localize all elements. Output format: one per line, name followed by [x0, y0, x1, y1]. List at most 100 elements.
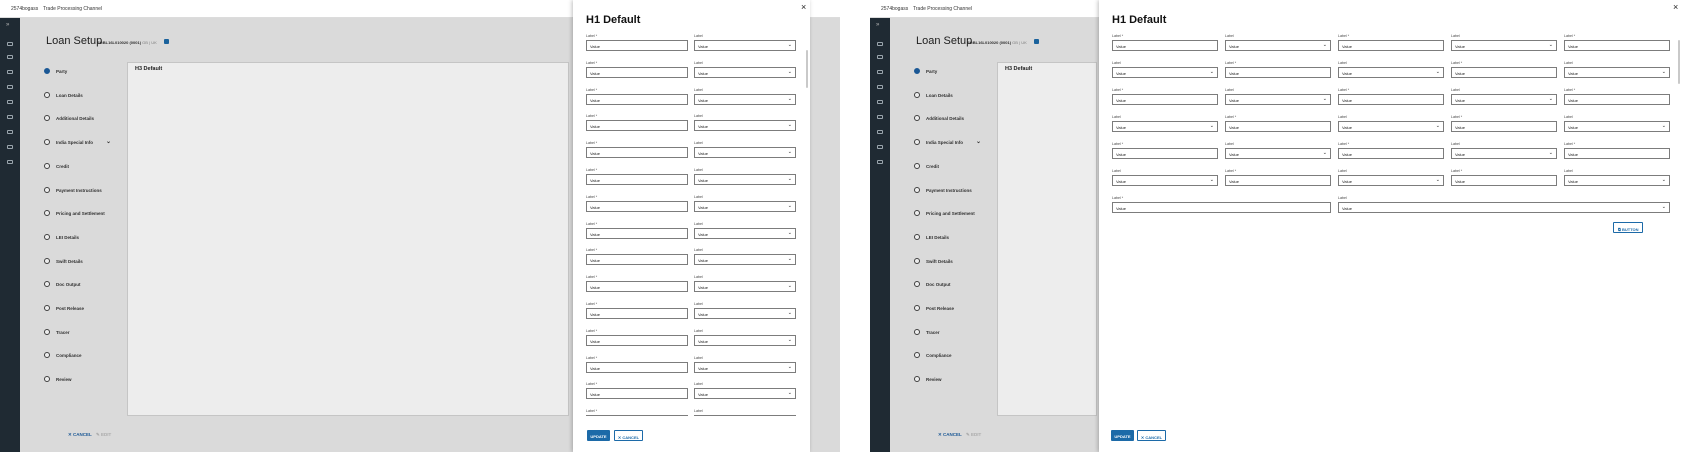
select-input[interactable]: Value⌄ — [694, 227, 796, 239]
text-input[interactable]: Value — [1112, 40, 1218, 51]
select-input[interactable]: Value⌄ — [694, 40, 796, 51]
select-input[interactable]: Value⌄ — [694, 66, 796, 78]
select-input[interactable]: Value⌄ — [1451, 148, 1557, 159]
text-input[interactable]: Value — [586, 254, 688, 266]
text-input[interactable]: Value — [1112, 148, 1218, 159]
select-input[interactable]: Value⌄ — [694, 334, 796, 346]
select-input[interactable]: Value⌄ — [1564, 175, 1670, 186]
panel-scrollbar[interactable] — [806, 50, 808, 88]
tasks-icon[interactable] — [7, 85, 13, 89]
text-input[interactable]: Value — [1451, 121, 1557, 132]
field-label: Label * — [1225, 61, 1237, 65]
text-input[interactable]: Value — [586, 147, 688, 159]
select-input[interactable]: Value⌄ — [1225, 40, 1331, 51]
text-input[interactable]: Value — [1338, 40, 1444, 51]
close-icon[interactable]: × — [1673, 2, 1678, 12]
select-input[interactable]: Value⌄ — [1225, 94, 1331, 105]
text-input[interactable]: Value — [1564, 94, 1670, 105]
field-value: Value — [698, 97, 708, 103]
panel-cancel-button[interactable]: ✕ CANCEL — [614, 430, 643, 441]
text-input[interactable]: Value — [586, 388, 688, 400]
field-value: Value — [1229, 125, 1239, 130]
select-input[interactable]: Value⌄ — [1338, 202, 1670, 213]
text-input[interactable]: Value — [1225, 121, 1331, 132]
select-input[interactable]: Value⌄ — [694, 200, 796, 212]
settings-icon[interactable] — [7, 160, 13, 164]
text-input[interactable]: Value — [586, 66, 688, 78]
search-icon[interactable] — [877, 42, 883, 46]
select-input[interactable]: Value⌄ — [694, 361, 796, 373]
search-icon[interactable] — [7, 42, 13, 46]
select-input[interactable]: Value⌄ — [1112, 175, 1218, 186]
text-input[interactable]: Value — [1112, 94, 1218, 105]
text-input[interactable]: Value — [1451, 175, 1557, 186]
select-input[interactable]: Value⌄ — [1564, 121, 1670, 132]
text-input[interactable]: Value — [586, 415, 688, 416]
report-icon[interactable] — [877, 115, 883, 119]
expand-rail-icon[interactable]: » — [6, 22, 9, 28]
field-value: Value — [698, 338, 708, 344]
text-input[interactable]: Value — [1338, 94, 1444, 105]
text-input[interactable]: Value — [586, 40, 688, 51]
select-input[interactable]: Value⌄ — [1451, 94, 1557, 105]
list-icon[interactable] — [7, 55, 13, 59]
update-button[interactable]: UPDATE — [1111, 430, 1134, 441]
select-input[interactable]: Value⌄ — [1338, 175, 1444, 186]
select-input[interactable]: Value⌄ — [1564, 67, 1670, 78]
document-icon[interactable] — [877, 100, 883, 104]
select-input[interactable]: Value⌄ — [1112, 121, 1218, 132]
text-input[interactable]: Value — [586, 227, 688, 239]
network-icon[interactable] — [877, 130, 883, 134]
text-input[interactable]: Value — [586, 281, 688, 293]
select-input[interactable]: Value⌄ — [694, 388, 796, 400]
edit-action-button[interactable]: ⧉ BUTTON — [1613, 222, 1643, 233]
text-input[interactable]: Value — [586, 93, 688, 105]
select-input[interactable]: Value⌄ — [694, 93, 796, 105]
text-input[interactable]: Value — [586, 120, 688, 132]
report-icon[interactable] — [7, 115, 13, 119]
text-input[interactable]: Value — [1564, 40, 1670, 51]
select-input[interactable]: Value⌄ — [1338, 67, 1444, 78]
text-input[interactable]: Value — [586, 200, 688, 212]
text-input[interactable]: Value — [1112, 202, 1331, 213]
text-input[interactable]: Value — [586, 308, 688, 319]
text-input[interactable]: Value — [1564, 148, 1670, 159]
text-input[interactable]: Value — [1338, 148, 1444, 159]
inbox-icon[interactable] — [7, 70, 13, 74]
upload-icon[interactable] — [7, 145, 13, 149]
select-input[interactable]: Value⌄ — [694, 308, 796, 319]
close-icon[interactable]: × — [801, 2, 806, 12]
select-input[interactable]: Value⌄ — [694, 120, 796, 132]
field-label: Label — [1112, 169, 1121, 173]
text-input[interactable]: Value — [1225, 67, 1331, 78]
settings-icon[interactable] — [877, 160, 883, 164]
text-input[interactable]: Value — [1225, 175, 1331, 186]
upload-icon[interactable] — [877, 145, 883, 149]
select-input[interactable]: Value⌄ — [694, 174, 796, 185]
select-input[interactable]: Value⌄ — [694, 281, 796, 293]
select-input[interactable]: Value⌄ — [694, 147, 796, 159]
update-button[interactable]: UPDATE — [587, 430, 610, 441]
select-input[interactable]: Value⌄ — [694, 254, 796, 266]
inbox-icon[interactable] — [877, 70, 883, 74]
channel-name[interactable]: Trade Processing Channel — [43, 6, 102, 12]
text-input[interactable]: Value — [586, 361, 688, 373]
select-input[interactable]: Value⌄ — [1338, 121, 1444, 132]
expand-rail-icon[interactable]: » — [876, 22, 879, 28]
select-input[interactable]: Value⌄ — [1451, 40, 1557, 51]
text-input[interactable]: Value — [586, 174, 688, 185]
select-input[interactable]: Value⌄ — [694, 415, 796, 416]
tasks-icon[interactable] — [877, 85, 883, 89]
field-label: Label — [1564, 169, 1573, 173]
chevron-down-icon: ⌄ — [1548, 150, 1553, 156]
list-icon[interactable] — [877, 55, 883, 59]
text-input[interactable]: Value — [1451, 67, 1557, 78]
network-icon[interactable] — [7, 130, 13, 134]
select-input[interactable]: Value⌄ — [1225, 148, 1331, 159]
panel-cancel-button[interactable]: ✕ CANCEL — [1137, 430, 1166, 441]
select-input[interactable]: Value⌄ — [1112, 67, 1218, 78]
document-icon[interactable] — [7, 100, 13, 104]
channel-name[interactable]: Trade Processing Channel — [913, 6, 972, 12]
panel-scrollbar[interactable] — [1678, 40, 1680, 84]
text-input[interactable]: Value — [586, 334, 688, 346]
